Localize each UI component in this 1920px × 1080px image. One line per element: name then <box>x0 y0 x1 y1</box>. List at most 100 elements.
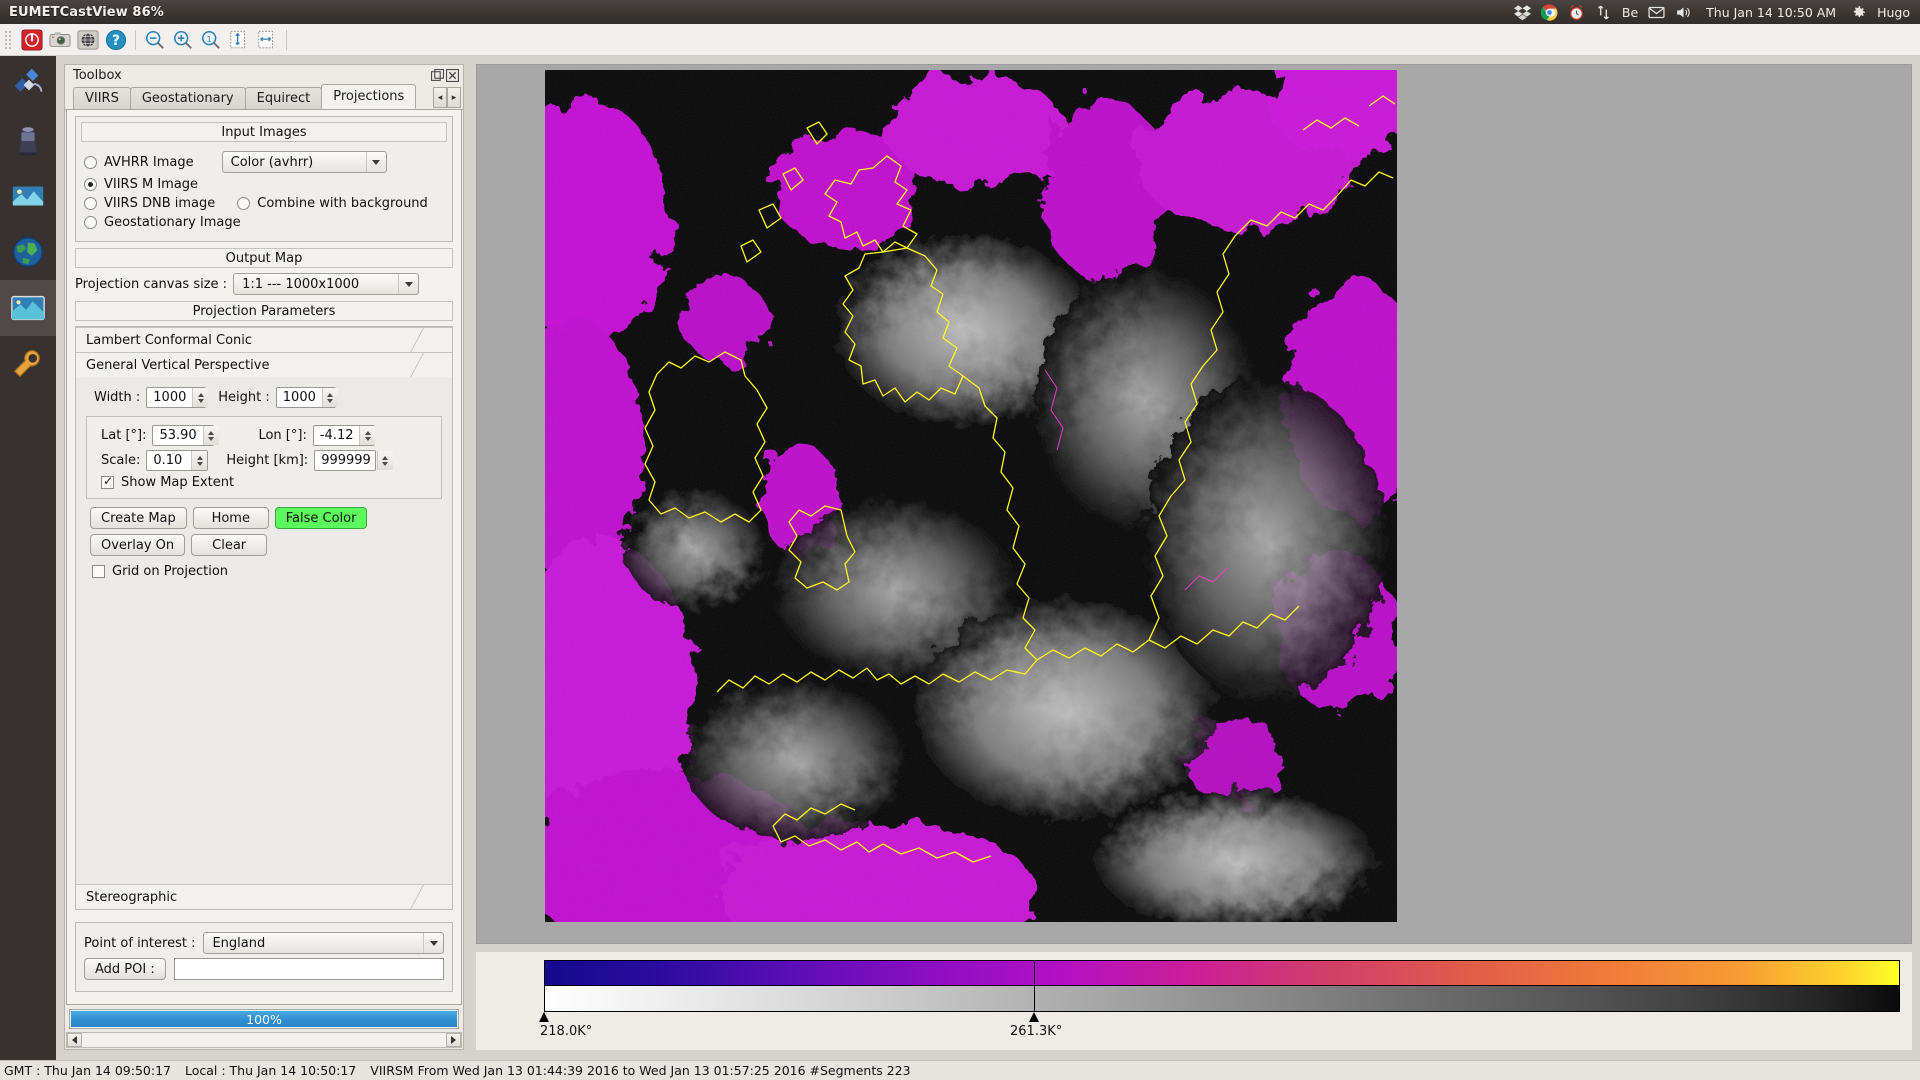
system-tray: Be Thu Jan 14 10:50 AM Hugo <box>1513 0 1920 24</box>
toolbox-tab-strip: VIIRS Geostationary Equirect Projections… <box>65 84 463 110</box>
radio-viirs-dnb-image[interactable] <box>84 197 97 210</box>
launcher-item-projection[interactable] <box>0 280 56 336</box>
float-icon[interactable] <box>431 68 444 82</box>
launcher-item-satellite[interactable] <box>0 56 56 112</box>
overlay-on-button[interactable]: Overlay On <box>90 534 186 556</box>
radio-geostationary-image[interactable] <box>84 216 97 229</box>
lat-spinbox[interactable]: 53.90 <box>152 425 219 446</box>
image-viewer[interactable] <box>476 64 1912 944</box>
fit-height-button[interactable] <box>225 26 253 54</box>
toolbar-drag-handle[interactable] <box>4 29 13 50</box>
home-button[interactable]: Home <box>192 507 269 529</box>
scroll-track[interactable] <box>82 1033 446 1047</box>
tray-clock[interactable]: Thu Jan 14 10:50 AM <box>1702 5 1840 20</box>
keyboard-layout-indicator[interactable]: Be <box>1622 5 1638 20</box>
tray-username[interactable]: Hugo <box>1877 5 1912 20</box>
toolbox-horizontal-scrollbar[interactable] <box>66 1032 462 1048</box>
status-gmt: GMT : Thu Jan 14 09:50:17 <box>4 1063 171 1078</box>
section-general-vertical-perspective: General Vertical Perspective Width : 100… <box>76 352 452 884</box>
section-header-stereographic[interactable]: Stereographic <box>76 884 452 909</box>
zoom-out-button[interactable] <box>141 26 169 54</box>
gvp-action-row-1: Create Map Home False Color <box>90 507 442 529</box>
section-title-lambert: Lambert Conformal Conic <box>86 332 253 348</box>
height-km-spinbox[interactable]: 999999 <box>314 450 393 471</box>
chevron-down-icon <box>423 933 443 953</box>
section-header-lambert[interactable]: Lambert Conformal Conic <box>76 327 452 352</box>
zoom-in-button[interactable] <box>169 26 197 54</box>
tab-viirs[interactable]: VIIRS <box>73 87 131 109</box>
globe-button[interactable] <box>74 26 102 54</box>
tab-scroll-left-button[interactable]: ◂ <box>433 87 447 108</box>
tab-label: Geostationary <box>141 91 234 106</box>
viirs-dnb-image-label: VIIRS DNB image <box>104 196 216 211</box>
colorbar-label-0: 218.0K° <box>540 1024 593 1039</box>
false-color-button[interactable]: False Color <box>274 507 368 529</box>
launcher-item-tools[interactable] <box>0 336 56 392</box>
tab-projections[interactable]: Projections <box>321 84 417 109</box>
colorbar-tick-1 <box>1029 1012 1039 1022</box>
width-stepper[interactable] <box>192 388 209 407</box>
section-title-gvp: General Vertical Perspective <box>86 357 270 373</box>
scroll-right-button[interactable] <box>446 1033 461 1047</box>
fit-width-button[interactable] <box>253 26 281 54</box>
stop-button[interactable] <box>18 26 46 54</box>
height-km-value: 999999 <box>321 453 371 468</box>
height-spinbox[interactable]: 1000 <box>275 387 338 408</box>
close-icon[interactable] <box>446 68 459 82</box>
status-sensor-info: VIIRSM From Wed Jan 13 01:44:39 2016 to … <box>370 1063 911 1078</box>
canvas-size-label: Projection canvas size : <box>75 276 228 292</box>
toolbox-panel: Toolbox VIIRS Geostationary Equirect Pro… <box>64 64 464 1050</box>
section-lambert-conformal-conic: Lambert Conformal Conic <box>76 327 452 352</box>
latlon-row: Lat [°]: 53.90 Lon [°]: -4.12 <box>101 425 433 446</box>
help-button[interactable]: ? <box>102 26 130 54</box>
section-header-gvp[interactable]: General Vertical Perspective <box>76 352 452 377</box>
launcher-item-globe[interactable] <box>0 224 56 280</box>
create-map-button[interactable]: Create Map <box>90 507 187 529</box>
tab-scroll-right-button[interactable]: ▸ <box>447 87 461 108</box>
network-icon[interactable] <box>1595 4 1612 21</box>
gear-icon[interactable] <box>1850 4 1867 21</box>
checkbox-show-map-extent[interactable] <box>101 474 114 489</box>
projection-sections-group: Lambert Conformal Conic General Vertical… <box>75 326 453 910</box>
checkbox-grid-on-projection[interactable] <box>92 565 105 578</box>
height-km-stepper[interactable] <box>376 451 393 470</box>
width-spinbox[interactable]: 1000 <box>146 387 209 408</box>
scroll-left-button[interactable] <box>67 1033 82 1047</box>
launcher-item-image[interactable] <box>0 168 56 224</box>
launcher-item-sensor[interactable] <box>0 112 56 168</box>
avhrr-color-combo[interactable]: Color (avhrr) <box>221 151 387 173</box>
lon-value: -4.12 <box>319 428 354 443</box>
volume-icon[interactable] <box>1675 4 1692 21</box>
clear-button[interactable]: Clear <box>191 534 268 556</box>
radio-avhrr-image[interactable] <box>84 155 97 169</box>
alarm-clock-icon[interactable] <box>1568 4 1585 21</box>
toolbar-separator-2 <box>286 29 287 50</box>
poi-group: Point of interest : England Add POI : <box>75 922 453 992</box>
lon-spinbox[interactable]: -4.12 <box>312 425 376 446</box>
colorbar-label-1: 261.3K° <box>1010 1024 1063 1039</box>
input-images-group: Input Images AVHRR Image Color (avhrr) V… <box>75 116 453 242</box>
camera-button[interactable] <box>46 26 74 54</box>
gvp-param-frame: Lat [°]: 53.90 Lon [°]: -4.12 Scale: 0.1… <box>86 416 442 499</box>
dropbox-icon[interactable] <box>1513 4 1531 21</box>
app-title: EUMETCastView 86% <box>9 4 164 20</box>
radio-combine-with-background[interactable] <box>237 197 251 210</box>
lat-stepper[interactable] <box>202 426 219 445</box>
scale-stepper[interactable] <box>191 451 208 470</box>
chrome-icon[interactable] <box>1540 4 1558 21</box>
tab-equirect[interactable]: Equirect <box>244 87 323 109</box>
scale-spinbox[interactable]: 0.10 <box>146 450 209 471</box>
height-stepper[interactable] <box>321 388 338 407</box>
radio-viirs-m-image[interactable] <box>84 178 97 191</box>
progress-bar-fill: 100% <box>71 1011 457 1027</box>
add-poi-button[interactable]: Add POI : <box>84 958 166 980</box>
tab-geostationary[interactable]: Geostationary <box>129 87 246 109</box>
poi-combo[interactable]: England <box>203 932 444 954</box>
lon-stepper[interactable] <box>359 426 376 445</box>
false-color-label: False Color <box>285 510 357 526</box>
satellite-image-canvas[interactable] <box>545 70 1397 922</box>
add-poi-input[interactable] <box>173 958 444 980</box>
canvas-size-combo[interactable]: 1:1 --- 1000x1000 <box>233 273 420 295</box>
zoom-reset-button[interactable]: 1 <box>197 26 225 54</box>
mail-icon[interactable] <box>1648 4 1665 21</box>
